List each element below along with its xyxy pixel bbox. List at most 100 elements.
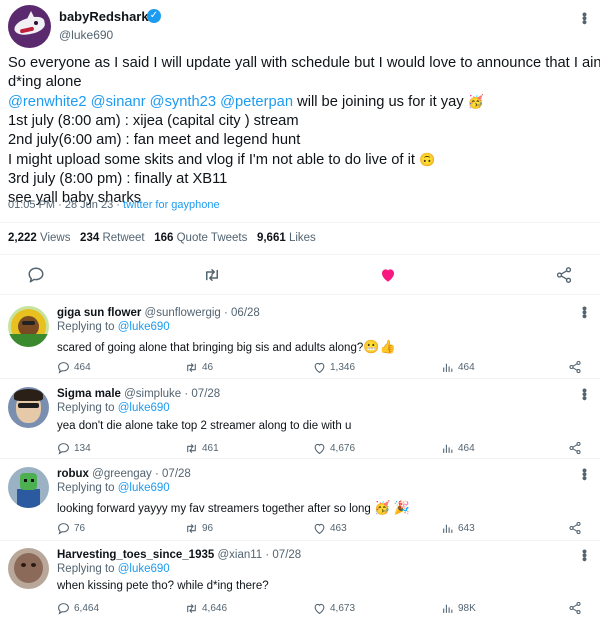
reply-author[interactable]: Harvesting_toes_since_1935 @xian11 · 07/…	[57, 549, 301, 561]
reply-count[interactable]: 76	[57, 522, 85, 535]
reply-text-content: looking forward yayyy my fav streamers t…	[57, 503, 371, 515]
retweet-icon[interactable]	[203, 266, 221, 289]
more-options-icon[interactable]: •••	[577, 549, 593, 561]
retweets-label[interactable]: Retweet	[102, 232, 144, 244]
replying-to-label: Replying to	[57, 563, 115, 575]
party-popper-emoji-icon: 🎉	[393, 500, 410, 515]
reply-text: scared of going alone that bringing big …	[57, 339, 396, 355]
share-icon[interactable]	[568, 601, 582, 620]
like-count[interactable]: 1,346	[313, 361, 355, 374]
reply-author[interactable]: robux @greengay · 07/28	[57, 468, 191, 480]
like-icon	[314, 523, 325, 535]
like-filled-icon[interactable]	[379, 266, 397, 289]
replying-to-handle[interactable]: @luke690	[118, 321, 170, 333]
tweet-action-bar	[0, 262, 600, 288]
reply-item[interactable]: Sigma male @simpluke · 07/28 ••• Replyin…	[0, 378, 600, 458]
shark-body-shape	[12, 14, 47, 38]
replying-to-label: Replying to	[57, 482, 115, 494]
reply-avatar[interactable]	[8, 548, 49, 589]
view-count[interactable]: 464	[441, 442, 475, 455]
reply-author[interactable]: Sigma male @simpluke · 07/28	[57, 388, 220, 400]
like-count[interactable]: 463	[313, 522, 347, 535]
reply-display-name[interactable]: Harvesting_toes_since_1935	[57, 549, 214, 561]
reply-avatar[interactable]	[8, 306, 49, 347]
tweet-line-text: I might upload some skits and vlog if I'…	[8, 152, 415, 168]
retweet-count[interactable]: 96	[185, 522, 213, 535]
replying-to-handle[interactable]: @luke690	[118, 563, 170, 575]
retweet-icon	[187, 444, 196, 453]
retweet-count[interactable]: 461	[185, 442, 219, 455]
view-count[interactable]: 464	[441, 361, 475, 374]
tweet-source-app[interactable]: twitter for gayphone	[123, 199, 220, 211]
retweet-count[interactable]: 4,646	[185, 602, 227, 615]
likes-label[interactable]: Likes	[289, 232, 316, 244]
view-count[interactable]: 643	[441, 522, 475, 535]
more-options-icon[interactable]: •••	[577, 468, 593, 480]
share-icon[interactable]	[568, 360, 582, 379]
likes-count[interactable]: 9,661	[257, 232, 286, 244]
author-display-name[interactable]: babyRedshark	[59, 9, 149, 24]
verified-badge-icon: ✓	[147, 9, 161, 23]
reply-icon[interactable]	[27, 266, 45, 289]
more-options-icon[interactable]: •••	[577, 12, 593, 24]
reply-avatar[interactable]	[8, 467, 49, 508]
reply-text: looking forward yayyy my fav streamers t…	[57, 500, 410, 516]
reply-handle[interactable]: @xian11	[217, 549, 262, 561]
quote-tweets-count[interactable]: 166	[154, 232, 173, 244]
reply-text: yea don't die alone take top 2 streamer …	[57, 420, 352, 432]
reply-avatar[interactable]	[8, 387, 49, 428]
like-icon	[314, 362, 325, 374]
avatar-eye-shape	[31, 479, 34, 482]
party-face-emoji-icon: 🥳	[467, 94, 484, 109]
tweet-date[interactable]: 28 Jun 23	[65, 199, 113, 211]
reply-count[interactable]: 6,464	[57, 602, 99, 615]
avatar-head-shape	[20, 473, 37, 490]
more-options-icon[interactable]: •••	[577, 306, 593, 318]
quote-tweets-label[interactable]: Quote Tweets	[177, 232, 248, 244]
view-count[interactable]: 98K	[441, 602, 476, 615]
reply-count[interactable]: 464	[57, 361, 91, 374]
reply-count[interactable]: 134	[57, 442, 91, 455]
reply-icon	[58, 362, 69, 374]
reply-item[interactable]: giga sun flower @sunflowergig · 06/28 ••…	[0, 294, 600, 374]
reply-icon	[58, 523, 69, 535]
views-icon	[443, 524, 453, 533]
share-icon[interactable]	[568, 521, 582, 540]
avatar-glasses-shape	[18, 403, 39, 408]
reply-icon	[58, 443, 69, 455]
retweets-count[interactable]: 234	[80, 232, 99, 244]
reply-handle[interactable]: @greengay	[92, 468, 152, 480]
reply-handle[interactable]: @simpluke	[124, 388, 181, 400]
reply-date: · 07/28	[184, 388, 221, 400]
avatar-hair-shape	[14, 389, 43, 401]
party-face-emoji-icon: 🥳	[374, 500, 391, 515]
views-label: Views	[39, 232, 71, 244]
tweet-time[interactable]: 01:05 PM	[8, 199, 55, 211]
like-count[interactable]: 4,673	[313, 602, 355, 615]
avatar-eye-shape	[31, 563, 36, 567]
reply-author[interactable]: giga sun flower @sunflowergig · 06/28	[57, 307, 260, 319]
avatar-body-shape	[17, 489, 40, 508]
avatar-face-shape	[14, 553, 43, 583]
reply-display-name[interactable]: Sigma male	[57, 388, 121, 400]
more-options-icon[interactable]: •••	[577, 388, 593, 400]
reply-item[interactable]: Harvesting_toes_since_1935 @xian11 · 07/…	[0, 540, 600, 620]
author-avatar[interactable]	[8, 5, 51, 48]
meta-separator: ·	[58, 199, 62, 211]
reply-display-name[interactable]: robux	[57, 468, 89, 480]
reply-date: · 07/28	[265, 549, 302, 561]
views-count: 2,222	[8, 232, 37, 244]
reply-display-name[interactable]: giga sun flower	[57, 307, 141, 319]
reply-handle[interactable]: @sunflowergig	[145, 307, 221, 319]
author-handle[interactable]: @luke690	[59, 28, 113, 42]
replying-to-handle[interactable]: @luke690	[118, 402, 170, 414]
like-count[interactable]: 4,676	[313, 442, 355, 455]
flower-leaf-shape	[8, 334, 49, 347]
reply-item[interactable]: robux @greengay · 07/28 ••• Replying to …	[0, 458, 600, 540]
mention-links[interactable]: @renwhite2 @sinanr @synth23 @peterpan	[8, 94, 293, 110]
retweet-icon	[187, 604, 196, 613]
share-icon[interactable]	[555, 266, 573, 289]
retweet-count[interactable]: 46	[185, 361, 213, 374]
replying-to: Replying to @luke690	[57, 482, 170, 494]
replying-to-handle[interactable]: @luke690	[118, 482, 170, 494]
